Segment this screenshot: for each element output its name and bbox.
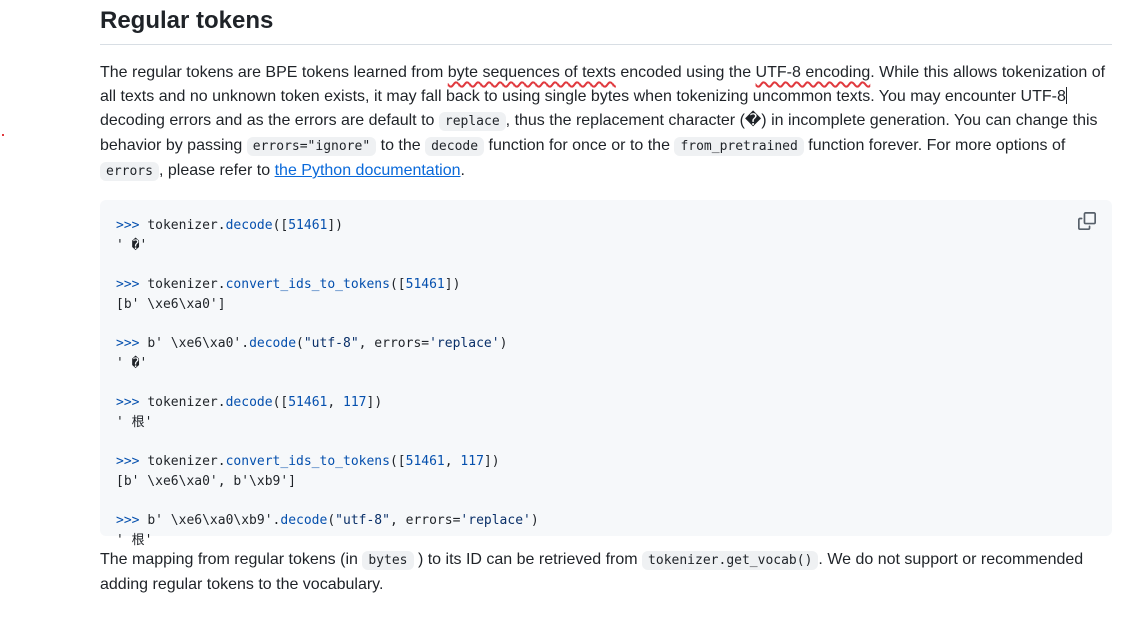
inline-code-decode: decode [425, 137, 485, 156]
inline-code-errors: errors [100, 162, 159, 181]
code-output: [b' \xe6\xa0'] [116, 296, 226, 312]
underlined-byte-sequences: byte sequences of texts [447, 64, 616, 81]
code-line: >>> tokenizer.decode([51461, 117]) [116, 395, 383, 411]
code-output: ' 根' [116, 414, 153, 430]
code-output: ' �' [116, 237, 148, 253]
copy-icon[interactable] [1078, 212, 1098, 232]
underlined-utf8-encoding: UTF-8 encoding [755, 64, 871, 81]
inline-code-replace: replace [438, 112, 506, 131]
code-line: >>> tokenizer.convert_ids_to_tokens([514… [116, 454, 500, 470]
code-line: >>> tokenizer.decode([51461]) [116, 218, 344, 233]
code-output: [b' \xe6\xa0', b'\xb9'] [116, 474, 297, 490]
inline-code-errors-ignore: errors="ignore" [246, 137, 377, 156]
code-output: ' 根' [116, 533, 153, 549]
code-content: >>> tokenizer.decode([51461]) ' �' >>> tok… [116, 216, 1096, 551]
inline-code-from-pretrained: from_pretrained [674, 137, 804, 156]
code-line: >>> tokenizer.convert_ids_to_tokens([514… [116, 277, 461, 293]
code-line: >>> b' \xe6\xa0'.decode("utf-8", errors=… [116, 336, 508, 352]
inline-code-bytes: bytes [362, 551, 414, 570]
python-docs-link[interactable]: the Python documentation [275, 162, 461, 179]
code-output: ' �' [116, 355, 148, 371]
code-line: >>> b' \xe6\xa0\xb9'.decode("utf-8", err… [116, 513, 539, 529]
annotation-dot [2, 134, 4, 136]
mapping-paragraph: The mapping from regular tokens (in byte… [100, 551, 1084, 593]
code-block: >>> tokenizer.decode([51461]) ' �' >>> tok… [100, 200, 1112, 548]
intro-paragraph: The regular tokens are BPE tokens learne… [100, 64, 1106, 181]
markdown-body: Regular tokens The regular tokens are BP… [100, 0, 1112, 597]
inline-code-get-vocab: tokenizer.get_vocab() [642, 551, 819, 570]
section-heading: Regular tokens [100, 0, 1112, 45]
text-cursor [1065, 87, 1067, 104]
